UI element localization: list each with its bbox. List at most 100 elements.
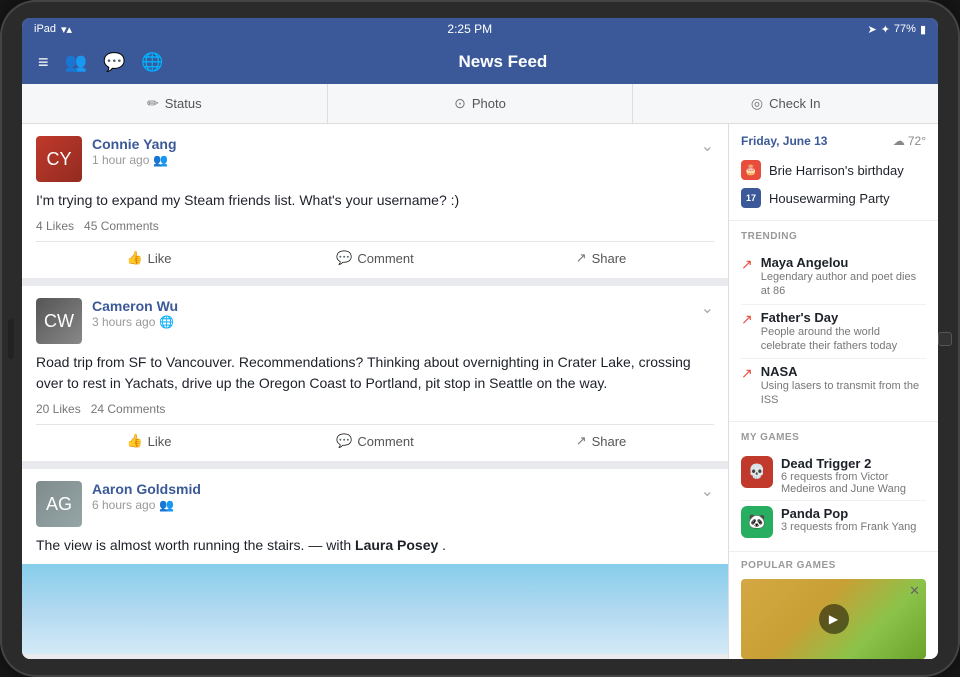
checkin-action[interactable]: ◎ Check In (633, 84, 938, 123)
trend-arrow-icon: ↗ (741, 365, 753, 382)
avatar-image: CY (36, 136, 82, 182)
status-bar: iPad ▾▴ 2:25 PM ➤ ✦ 77% ▮ (22, 18, 938, 40)
news-feed: CY Connie Yang 1 hour ago 👥 ⌄ I'm trying… (22, 124, 728, 659)
post-author[interactable]: Connie Yang (92, 136, 701, 152)
dead-trigger-icon: 💀 (741, 456, 773, 488)
status-icon: ✏ (147, 95, 159, 112)
status-label: Status (165, 96, 202, 111)
status-right: ➤ ✦ 77% ▮ (867, 23, 926, 36)
housewarming-label: Housewarming Party (769, 191, 890, 206)
post-image (22, 564, 728, 654)
status-left: iPad ▾▴ (34, 23, 72, 36)
game-name: Dead Trigger 2 (781, 456, 926, 471)
trending-item-nasa[interactable]: ↗ NASA Using lasers to transmit from the… (741, 359, 926, 413)
comment-button[interactable]: 💬 Comment (262, 250, 488, 266)
trending-title: TRENDING (741, 231, 926, 242)
sidebar-event-birthday[interactable]: 🎂 Brie Harrison's birthday (741, 156, 926, 184)
share-icon: ↗ (576, 250, 587, 266)
game-desc: 3 requests from Frank Yang (781, 521, 916, 533)
post-text: The view is almost worth running the sta… (36, 535, 714, 556)
nav-icons-left: 👥 💬 🌐 (65, 52, 164, 73)
trend-name: NASA (761, 364, 926, 379)
comment-button[interactable]: 💬 Comment (262, 433, 488, 449)
temperature: 72° (908, 134, 926, 148)
post-author[interactable]: Cameron Wu (92, 298, 701, 314)
chat-icon[interactable]: 💬 (103, 52, 125, 73)
close-icon[interactable]: ✕ (909, 583, 920, 599)
nav-bar: ≡ 👥 💬 🌐 News Feed (22, 40, 938, 84)
popular-games-section: POPULAR GAMES ✕ ▶ (729, 552, 938, 659)
friends-icon[interactable]: 👥 (65, 52, 87, 73)
comments-count: 24 Comments (91, 402, 166, 416)
post-card: AG Aaron Goldsmid 6 hours ago 👥 ⌄ The (22, 469, 728, 654)
likes-count: 4 Likes (36, 219, 74, 233)
action-bar: ✏ Status ⊙ Photo ◎ Check In (22, 84, 938, 124)
trend-desc: Using lasers to transmit from the ISS (761, 379, 926, 408)
like-icon: 👍 (126, 250, 142, 266)
globe-icon[interactable]: 🌐 (141, 52, 163, 73)
home-button[interactable] (938, 332, 952, 346)
battery-icon: ▮ (920, 23, 926, 36)
cloud-icon: ☁ (893, 134, 905, 148)
sidebar-events-section: Friday, June 13 ☁ 72° 🎂 Brie Harrison's … (729, 124, 938, 221)
like-icon: 👍 (126, 433, 142, 449)
volume-button[interactable] (8, 319, 14, 359)
trend-name: Maya Angelou (761, 255, 926, 270)
status-time: 2:25 PM (447, 22, 492, 36)
bluetooth-icon: ✦ (881, 23, 890, 36)
globe-privacy-icon: 🌐 (159, 315, 174, 329)
avatar: AG (36, 481, 82, 527)
nav-title: News Feed (164, 52, 842, 72)
post-actions: 👍 Like 💬 Comment ↗ Share (36, 241, 714, 266)
share-icon: ↗ (576, 433, 587, 449)
play-button[interactable]: ▶ (819, 604, 849, 634)
game-item-panda-pop[interactable]: 🐼 Panda Pop 3 requests from Frank Yang (741, 501, 926, 543)
comment-icon: 💬 (336, 433, 352, 449)
post-time: 6 hours ago 👥 (92, 498, 701, 512)
game-desc: 6 requests from Victor Medeiros and June… (781, 471, 926, 495)
trend-arrow-icon: ↗ (741, 311, 753, 328)
avatar: CW (36, 298, 82, 344)
photo-label: Photo (472, 96, 506, 111)
post-dropdown[interactable]: ⌄ (701, 481, 714, 501)
post-card: CY Connie Yang 1 hour ago 👥 ⌄ I'm trying… (22, 124, 728, 278)
avatar-image: AG (36, 481, 82, 527)
avatar-image: CW (36, 298, 82, 344)
main-content: CY Connie Yang 1 hour ago 👥 ⌄ I'm trying… (22, 124, 938, 659)
pin-icon: ◎ (751, 95, 763, 112)
sidebar-date: Friday, June 13 (741, 134, 827, 148)
wifi-icon: ▾▴ (61, 23, 72, 36)
sidebar-event-housewarming[interactable]: 17 Housewarming Party (741, 184, 926, 212)
like-button[interactable]: 👍 Like (36, 250, 262, 266)
post-meta: Connie Yang 1 hour ago 👥 (92, 136, 701, 167)
status-action[interactable]: ✏ Status (22, 84, 328, 123)
post-mention[interactable]: Laura Posey (355, 537, 438, 553)
post-header: CY Connie Yang 1 hour ago 👥 ⌄ (36, 136, 714, 182)
trending-item-fathersday[interactable]: ↗ Father's Day People around the world c… (741, 305, 926, 360)
location-icon: ➤ (867, 23, 876, 36)
post-dropdown[interactable]: ⌄ (701, 136, 714, 156)
post-dropdown[interactable]: ⌄ (701, 298, 714, 318)
photo-action[interactable]: ⊙ Photo (328, 84, 634, 123)
like-button[interactable]: 👍 Like (36, 433, 262, 449)
share-button[interactable]: ↗ Share (488, 433, 714, 449)
sidebar-date-row: Friday, June 13 ☁ 72° (741, 134, 926, 148)
trend-name: Father's Day (761, 310, 926, 325)
popular-games-thumbnail[interactable]: ✕ ▶ (741, 579, 926, 659)
calendar-icon: 17 (741, 188, 761, 208)
share-button[interactable]: ↗ Share (488, 250, 714, 266)
birthday-label: Brie Harrison's birthday (769, 163, 904, 178)
camera-icon: ⊙ (454, 95, 466, 112)
trend-arrow-icon: ↗ (741, 256, 753, 273)
menu-button[interactable]: ≡ (38, 52, 49, 73)
ipad-screen: iPad ▾▴ 2:25 PM ➤ ✦ 77% ▮ ≡ 👥 💬 🌐 News F… (22, 18, 938, 659)
post-text: I'm trying to expand my Steam friends li… (36, 190, 714, 211)
post-author[interactable]: Aaron Goldsmid (92, 481, 701, 497)
popular-games-title: POPULAR GAMES (741, 560, 926, 571)
trending-item-maya[interactable]: ↗ Maya Angelou Legendary author and poet… (741, 250, 926, 305)
post-meta: Aaron Goldsmid 6 hours ago 👥 (92, 481, 701, 512)
game-item-dead-trigger[interactable]: 💀 Dead Trigger 2 6 requests from Victor … (741, 451, 926, 501)
trend-desc: Legendary author and poet dies at 86 (761, 270, 926, 299)
panda-pop-icon: 🐼 (741, 506, 773, 538)
ipad-frame: iPad ▾▴ 2:25 PM ➤ ✦ 77% ▮ ≡ 👥 💬 🌐 News F… (0, 0, 960, 677)
